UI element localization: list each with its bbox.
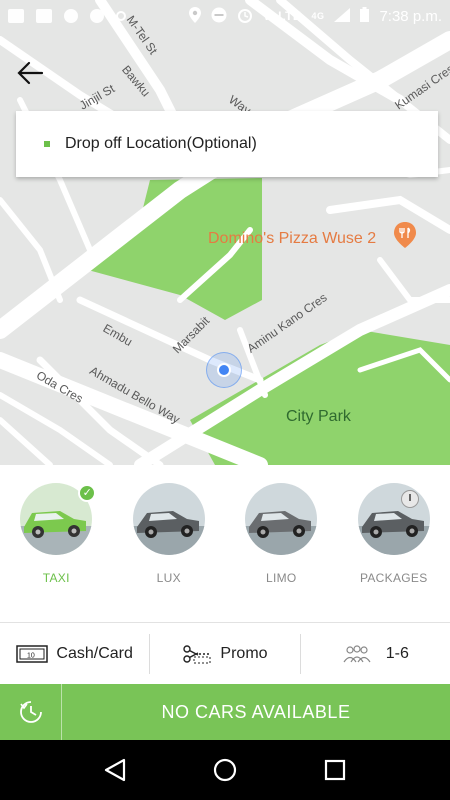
nav-back-button[interactable] bbox=[95, 750, 135, 790]
dropoff-location-input[interactable]: Drop off Location(Optional) bbox=[16, 111, 438, 177]
back-arrow-icon bbox=[17, 61, 44, 85]
passenger-count-label: 1-6 bbox=[385, 644, 409, 662]
alarm-icon bbox=[237, 7, 253, 26]
vehicle-label: LIMO bbox=[265, 571, 297, 585]
dropoff-marker-icon bbox=[44, 141, 50, 147]
vehicle-label: LUX bbox=[156, 571, 181, 585]
whatsapp-icon bbox=[90, 9, 104, 23]
check-icon: ✓ bbox=[78, 484, 97, 502]
location-icon bbox=[188, 6, 201, 26]
back-button[interactable] bbox=[14, 56, 48, 90]
schedule-icon bbox=[19, 701, 42, 723]
map[interactable]: M-Tel St Bawku Jinjil St Way Kumasi Cres… bbox=[0, 0, 450, 465]
vehicle-option-limo[interactable]: LIMO bbox=[233, 483, 329, 622]
promo-button[interactable]: Promo bbox=[149, 633, 299, 674]
payment-method-label: Cash/Card bbox=[56, 644, 133, 662]
vehicle-selector: ✓ TAXI LUX LIMO PACKAGES bbox=[0, 465, 450, 622]
payment-method-button[interactable]: 10 Cash/Card bbox=[0, 634, 149, 674]
lux-car-icon bbox=[132, 483, 205, 555]
restaurant-icon[interactable] bbox=[394, 222, 416, 248]
passenger-count-button[interactable]: 1-6 bbox=[299, 633, 450, 674]
vehicle-label: TAXI bbox=[42, 571, 70, 585]
do-not-disturb-icon bbox=[211, 7, 227, 26]
current-location-marker bbox=[206, 352, 242, 388]
request-ride-button[interactable]: NO CARS AVAILABLE bbox=[62, 684, 450, 740]
system-navigation-bar bbox=[0, 740, 450, 800]
limo-car-icon bbox=[245, 483, 318, 555]
nav-recents-icon bbox=[324, 759, 346, 781]
vehicle-option-taxi[interactable]: ✓ TAXI bbox=[8, 483, 104, 622]
hangouts-icon bbox=[64, 9, 78, 23]
signal-icon bbox=[334, 7, 351, 25]
vehicle-option-packages[interactable]: PACKAGES bbox=[346, 483, 442, 622]
battery-icon bbox=[360, 7, 370, 25]
svg-text:10: 10 bbox=[27, 652, 35, 659]
vehicle-option-lux[interactable]: LUX bbox=[121, 483, 217, 622]
volte-indicator: VoLTE bbox=[262, 9, 302, 23]
message-icon bbox=[8, 9, 24, 23]
nav-recents-button[interactable] bbox=[315, 750, 355, 790]
passengers-icon bbox=[342, 644, 372, 663]
nav-back-icon bbox=[104, 758, 126, 782]
nav-home-icon bbox=[213, 758, 237, 782]
cash-icon: 10 bbox=[16, 644, 49, 663]
package-car-icon bbox=[357, 483, 430, 555]
scissors-icon bbox=[182, 644, 212, 664]
network-type: 4G bbox=[311, 11, 325, 21]
poi-label[interactable]: Domino's Pizza Wuse 2 bbox=[208, 230, 376, 248]
circle-icon bbox=[116, 11, 126, 21]
clock-time: 7:38 p.m. bbox=[379, 7, 442, 25]
status-bar: VoLTE 4G 7:38 p.m. bbox=[0, 0, 450, 32]
schedule-clock-icon bbox=[400, 490, 419, 508]
dropoff-location-placeholder: Drop off Location(Optional) bbox=[65, 135, 257, 152]
park-label: City Park bbox=[286, 408, 351, 425]
promo-label: Promo bbox=[220, 644, 268, 662]
nav-home-button[interactable] bbox=[205, 750, 245, 790]
action-bar: NO CARS AVAILABLE bbox=[0, 684, 450, 740]
map-icon bbox=[36, 9, 52, 23]
schedule-ride-button[interactable] bbox=[0, 684, 62, 740]
vehicle-label: PACKAGES bbox=[359, 571, 428, 585]
ride-options: 10 Cash/Card Promo 1-6 bbox=[0, 622, 450, 684]
